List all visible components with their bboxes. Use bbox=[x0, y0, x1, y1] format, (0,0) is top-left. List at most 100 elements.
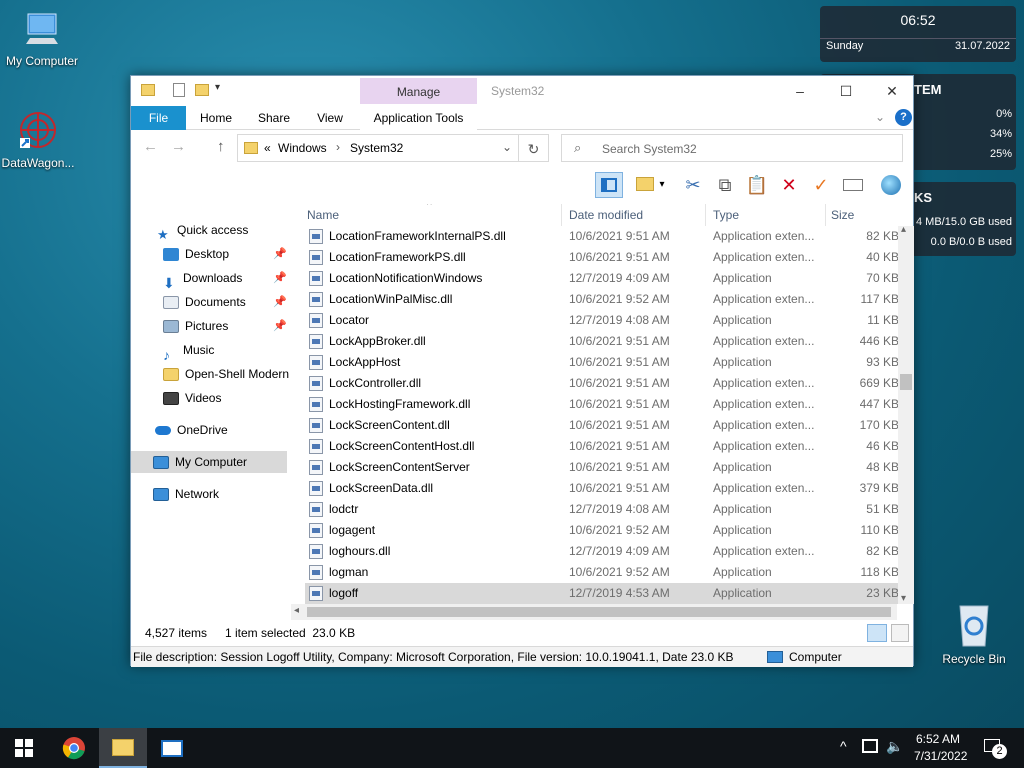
table-row[interactable]: logoff 12/7/2019 4:53 AM Application 23 KB bbox=[305, 583, 899, 604]
open-shell-icon[interactable] bbox=[877, 172, 905, 198]
column-header-size[interactable]: Size bbox=[831, 208, 854, 222]
network-tray-icon[interactable] bbox=[862, 739, 878, 753]
tray-time[interactable]: 6:52 AM bbox=[916, 732, 960, 746]
delete-icon[interactable]: ✕ bbox=[775, 172, 803, 198]
copy-icon[interactable]: ⧉ bbox=[711, 172, 739, 198]
details-view-icon[interactable] bbox=[867, 624, 887, 642]
tab-share[interactable]: Share bbox=[251, 106, 297, 130]
pin-icon[interactable]: 📌 bbox=[273, 267, 287, 289]
system-widget-title: TEM bbox=[914, 82, 942, 97]
search-input[interactable]: Search System32 bbox=[602, 142, 697, 156]
file-list[interactable]: ^ Name Date modified Type Size LocationF… bbox=[301, 204, 915, 618]
tray-date[interactable]: 7/31/2022 bbox=[914, 749, 967, 763]
file-type: Application exten... bbox=[713, 229, 815, 243]
table-row[interactable]: LocationWinPalMisc.dll 10/6/2021 9:52 AM A… bbox=[305, 289, 899, 310]
vertical-scrollbar[interactable]: ▴ ▾ bbox=[898, 224, 914, 604]
column-header-name[interactable]: Name bbox=[307, 208, 339, 222]
cut-icon[interactable]: ✂ bbox=[679, 172, 707, 198]
table-row[interactable]: LockAppBroker.dll 10/6/2021 9:51 AM Applic… bbox=[305, 331, 899, 352]
desktop-icon-my-computer[interactable]: My Computer bbox=[0, 10, 84, 68]
table-row[interactable]: LockHostingFramework.dll 10/6/2021 9:51 A… bbox=[305, 394, 899, 415]
nav-item-music[interactable]: ♪ Music bbox=[163, 339, 287, 361]
nav-item-network[interactable]: Network bbox=[153, 483, 287, 505]
table-row[interactable]: LocationFrameworkPS.dll 10/6/2021 9:51 AM… bbox=[305, 247, 899, 268]
rename-icon[interactable] bbox=[839, 172, 867, 198]
paste-icon[interactable]: 📋 bbox=[743, 172, 771, 198]
table-row[interactable]: Locator 12/7/2019 4:08 AM Application 11 KB bbox=[305, 310, 899, 331]
pin-icon[interactable]: 📌 bbox=[273, 291, 287, 313]
table-row[interactable]: LocationNotificationWindows 12/7/2019 4:0… bbox=[305, 268, 899, 289]
taskbar-chrome[interactable] bbox=[50, 728, 98, 768]
nav-item-pictures[interactable]: Pictures 📌 bbox=[163, 315, 287, 337]
table-row[interactable]: LockController.dll 10/6/2021 9:51 AM Appli… bbox=[305, 373, 899, 394]
properties-icon[interactable] bbox=[173, 83, 185, 97]
nav-item-documents[interactable]: Documents 📌 bbox=[163, 291, 287, 313]
tab-home[interactable]: Home bbox=[193, 106, 239, 130]
pin-icon[interactable]: 📌 bbox=[273, 243, 287, 265]
manage-tab[interactable]: Manage bbox=[360, 78, 477, 104]
nav-item-downloads[interactable]: ⬇ Downloads 📌 bbox=[163, 267, 287, 289]
table-row[interactable]: LocationFrameworkInternalPS.dll 10/6/2021… bbox=[305, 226, 899, 247]
back-arrow-icon[interactable]: ← bbox=[143, 138, 158, 155]
desktop-icon-datawagon[interactable]: DataWagon... bbox=[0, 108, 80, 170]
table-row[interactable]: LockScreenData.dll 10/6/2021 9:51 AM Appli… bbox=[305, 478, 899, 499]
up-arrow-icon[interactable]: ↑ bbox=[217, 138, 225, 155]
taskbar-app[interactable] bbox=[148, 728, 196, 768]
scroll-left-icon[interactable]: ◂ bbox=[294, 605, 299, 616]
address-dropdown-icon[interactable]: ⌄ bbox=[502, 140, 512, 154]
desktop-icon-recycle-bin[interactable]: Recycle Bin bbox=[932, 602, 1016, 666]
breadcrumb-windows[interactable]: Windows bbox=[278, 141, 327, 155]
nav-item-onedrive[interactable]: OneDrive bbox=[155, 419, 287, 441]
scroll-up-icon[interactable]: ▴ bbox=[901, 224, 906, 235]
maximize-button[interactable]: ☐ bbox=[823, 80, 869, 102]
table-row[interactable]: LockAppHost 10/6/2021 9:51 AM Application 9… bbox=[305, 352, 899, 373]
column-header-date[interactable]: Date modified bbox=[569, 208, 643, 222]
new-folder-icon[interactable] bbox=[195, 84, 209, 96]
tab-view[interactable]: View bbox=[309, 106, 351, 130]
table-row[interactable]: LockScreenContentServer 10/6/2021 9:51 AM… bbox=[305, 457, 899, 478]
breadcrumb-system32[interactable]: System32 bbox=[350, 141, 403, 155]
nav-label: My Computer bbox=[175, 455, 248, 469]
table-row[interactable]: loghours.dll 12/7/2019 4:09 AM Application… bbox=[305, 541, 899, 562]
pin-icon[interactable]: 📌 bbox=[273, 315, 287, 337]
search-box[interactable]: ⌕ Search System32 bbox=[561, 134, 903, 162]
volume-icon[interactable]: 🔈 bbox=[886, 738, 903, 755]
show-hidden-icons-icon[interactable]: ^ bbox=[840, 738, 847, 754]
navigation-pane-toggle-icon[interactable] bbox=[595, 172, 623, 198]
file-date: 12/7/2019 4:08 AM bbox=[569, 313, 670, 327]
refresh-button[interactable]: ↻ bbox=[519, 134, 549, 162]
table-row[interactable]: LockScreenContent.dll 10/6/2021 9:51 AM Ap… bbox=[305, 415, 899, 436]
breadcrumb-overflow[interactable]: « bbox=[264, 141, 271, 155]
table-row[interactable]: logman 10/6/2021 9:52 AM Application 118 KB bbox=[305, 562, 899, 583]
taskbar-file-explorer[interactable] bbox=[99, 728, 147, 768]
minimize-button[interactable]: – bbox=[777, 80, 823, 102]
help-icon[interactable]: ? bbox=[895, 109, 912, 126]
table-row[interactable]: lodctr 12/7/2019 4:08 AM Application 51 KB bbox=[305, 499, 899, 520]
tab-file[interactable]: File bbox=[131, 106, 186, 130]
explorer-window[interactable]: ▾ Manage System32 – ☐ ✕ File Home Share … bbox=[130, 75, 915, 667]
properties-check-icon[interactable]: ✓ bbox=[807, 172, 835, 198]
title-bar[interactable]: ▾ Manage System32 – ☐ ✕ bbox=[131, 76, 913, 106]
start-button[interactable] bbox=[0, 728, 48, 768]
nav-item-videos[interactable]: Videos bbox=[163, 387, 287, 409]
table-row[interactable]: logagent 10/6/2021 9:52 AM Application 110 … bbox=[305, 520, 899, 541]
disk1-usage: 4 MB/15.0 GB used bbox=[916, 216, 1012, 228]
nav-item-quick-access[interactable]: ★ Quick access bbox=[157, 219, 287, 241]
close-button[interactable]: ✕ bbox=[869, 80, 915, 102]
address-bar[interactable]: « Windows › System32 ⌄ bbox=[237, 134, 519, 162]
column-header-type[interactable]: Type bbox=[713, 208, 739, 222]
vertical-scroll-thumb[interactable] bbox=[900, 374, 912, 390]
tab-application-tools[interactable]: Application Tools bbox=[360, 106, 477, 130]
nav-item-desktop[interactable]: Desktop 📌 bbox=[163, 243, 287, 265]
ribbon-expand-icon[interactable]: ⌄ bbox=[875, 110, 885, 124]
nav-item-my-computer[interactable]: My Computer bbox=[131, 451, 287, 473]
horizontal-scrollbar[interactable]: ◂ bbox=[291, 604, 897, 620]
dropdown-icon[interactable]: ▾ bbox=[655, 172, 669, 198]
forward-arrow-icon[interactable]: → bbox=[171, 138, 186, 155]
table-row[interactable]: LockScreenContentHost.dll 10/6/2021 9:51 … bbox=[305, 436, 899, 457]
large-icons-view-icon[interactable] bbox=[891, 624, 909, 642]
scroll-down-icon[interactable]: ▾ bbox=[901, 593, 906, 604]
nav-item-open-shell[interactable]: Open-Shell Modern bbox=[163, 363, 289, 385]
quick-access-dropdown-icon[interactable]: ▾ bbox=[215, 82, 220, 93]
horizontal-scroll-thumb[interactable] bbox=[307, 607, 891, 617]
